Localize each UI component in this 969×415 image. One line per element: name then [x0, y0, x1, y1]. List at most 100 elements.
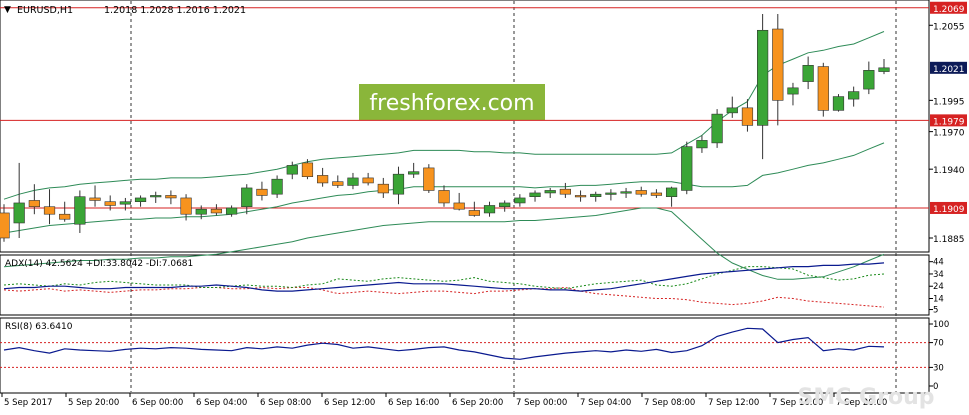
candle-body	[43, 206, 56, 215]
candle-body	[347, 177, 359, 186]
candle-body	[848, 91, 860, 100]
candle-body	[711, 113, 723, 144]
candle-body	[89, 197, 101, 201]
candle-body	[59, 213, 71, 220]
rsi-tick-label: 70	[933, 339, 944, 349]
candle-body	[271, 178, 283, 195]
adx-tick-label: 44	[933, 258, 944, 268]
trading-chart[interactable]: freshforex.com 1.20691.19791.19091.20551…	[0, 0, 969, 415]
candle-body	[74, 196, 86, 225]
time-tick-label: 7 Sep 12:00	[708, 398, 759, 408]
candle-body	[620, 191, 632, 194]
time-tick-label: 7 Sep 04:00	[580, 398, 631, 408]
candle-body	[0, 212, 10, 239]
candle-body	[241, 187, 253, 208]
candle-body	[741, 107, 754, 126]
candle-body	[180, 197, 192, 215]
candle-body	[453, 202, 465, 210]
ohlc-label: 1.2018 1.2028 1.2016 1.2021	[104, 5, 246, 16]
candle-body	[195, 208, 207, 215]
current-price-text: 1.2021	[933, 65, 965, 75]
candle-body	[423, 167, 435, 191]
candle-body	[438, 190, 450, 204]
candle-body	[301, 162, 314, 177]
corner-watermark: SMC Group	[798, 385, 935, 410]
candle-body	[104, 201, 116, 206]
time-tick-label: 6 Sep 12:00	[324, 398, 375, 408]
candle-body	[832, 96, 845, 111]
time-tick-label: 7 Sep 08:00	[644, 398, 695, 408]
candle-body	[605, 192, 617, 195]
watermark: freshforex.com	[359, 84, 545, 120]
candle-body	[317, 175, 329, 184]
time-tick-label: 5 Sep 20:00	[68, 398, 119, 408]
candle-body	[483, 205, 496, 214]
level-tag-text: 1.2069	[933, 5, 965, 15]
candle-body	[150, 195, 162, 198]
candle-body	[408, 171, 420, 175]
rsi-axis: 10070300	[929, 320, 949, 392]
time-tick-label: 6 Sep 20:00	[452, 398, 503, 408]
candle-body	[635, 190, 647, 195]
candle-body	[210, 208, 223, 214]
price-axis: 1.2069 1.1979 1.1909 1.2055 1.1995 1.1970 1.19…	[929, 1, 967, 245]
adx-tick-label: 24	[933, 282, 944, 292]
candle-body	[468, 210, 480, 216]
candle-body	[514, 197, 526, 204]
collapse-triangle-icon[interactable]: ▼	[4, 5, 11, 15]
candle-body	[802, 65, 814, 82]
candle-body	[544, 190, 556, 194]
candle-body	[817, 66, 829, 111]
time-tick-label: 6 Sep 08:00	[260, 398, 311, 408]
level-tag-text: 1.1979	[933, 117, 965, 127]
candle-body	[757, 29, 769, 126]
candle-body	[28, 200, 40, 208]
candle-body	[165, 195, 177, 199]
rsi-tick-label: 100	[933, 320, 949, 330]
candle-body	[499, 202, 511, 208]
adx-tick-label: 14	[933, 295, 944, 305]
candle-body	[650, 192, 663, 196]
price-tick-label: 1.2055	[933, 22, 965, 32]
candle-body	[362, 177, 374, 184]
candle-body	[559, 188, 571, 195]
candle-body	[529, 192, 541, 197]
price-tick-label: 1.1995	[933, 97, 965, 107]
rsi-panel[interactable]	[0, 317, 930, 394]
time-tick-label: 6 Sep 04:00	[196, 398, 247, 408]
candle-body	[772, 28, 784, 101]
candle-body	[134, 197, 147, 203]
candle-body	[726, 107, 738, 114]
candle-body	[119, 201, 131, 205]
adx-axis: 44 34 24 145	[929, 258, 944, 316]
candle-body	[665, 187, 678, 197]
adx-tick-label: 5	[933, 306, 938, 316]
candle-body	[787, 87, 799, 95]
rsi-tick-label: 30	[933, 363, 944, 373]
candle-body	[392, 173, 405, 195]
price-tick-label: 1.1940	[933, 166, 965, 176]
price-tick-label: 1.1885	[933, 235, 965, 245]
candle-body	[286, 165, 298, 175]
candle-body	[225, 207, 238, 215]
level-tag-text: 1.1909	[933, 205, 965, 215]
candle-body	[590, 193, 602, 197]
price-tick-label: 1.1970	[933, 129, 965, 139]
time-tick-label: 6 Sep 16:00	[388, 398, 439, 408]
adx-label: ADX(14) 42.5624 +DI:33.8042 -DI:7.0681	[5, 259, 193, 269]
candle-body	[256, 188, 268, 196]
time-tick-label: 5 Sep 2017	[4, 398, 52, 408]
watermark-text: freshforex.com	[369, 91, 534, 116]
candle-body	[878, 67, 890, 72]
candle-body	[681, 146, 693, 191]
main-price-panel[interactable]	[0, 0, 930, 253]
time-axis: 5 Sep 2017 5 Sep 20:00 6 Sep 00:00 6 Sep 04…	[1, 393, 887, 408]
chart-header: ▼ EURUSD,H1 1.2018 1.2028 1.2016 1.2021	[4, 5, 246, 16]
adx-tick-label: 34	[933, 270, 944, 280]
rsi-label: RSI(8) 63.6410	[5, 322, 73, 332]
candle-body	[696, 140, 708, 149]
time-tick-label: 6 Sep 00:00	[132, 398, 183, 408]
candle-body	[332, 181, 344, 186]
candle-body	[377, 183, 389, 194]
candle-body	[574, 195, 587, 198]
